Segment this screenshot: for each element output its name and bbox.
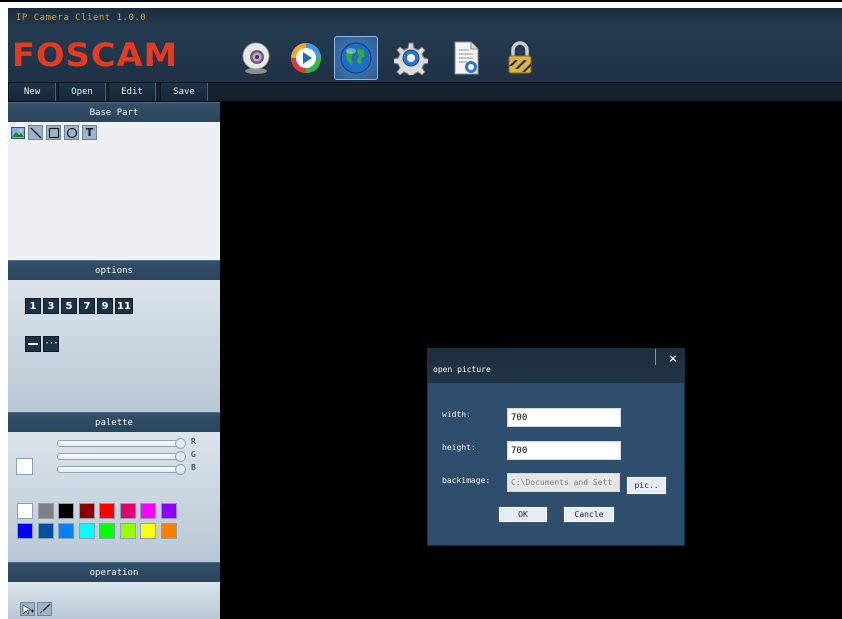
line-width-1[interactable]: 1 [25,298,41,314]
add-point-icon[interactable] [20,602,35,616]
dialog-title-separator [655,349,656,365]
green-slider-knob[interactable] [175,451,186,462]
color-swatch[interactable] [140,523,156,539]
top-border [0,0,842,2]
backimage-label: backimage: [442,476,491,485]
width-input[interactable]: 700 [507,408,621,427]
dotted-line-icon[interactable]: ··· [43,336,59,352]
color-swatch[interactable] [119,523,136,539]
close-icon[interactable]: × [666,351,680,365]
color-swatch[interactable] [58,503,74,519]
app-window: IP Camera Client 1.0.0 FOSCAM New Open E… [8,8,842,619]
color-swatch[interactable] [119,503,136,519]
color-swatch[interactable] [37,523,54,539]
solid-line-icon[interactable] [25,336,41,352]
line-tool-icon[interactable] [28,125,43,140]
document-icon[interactable] [444,36,488,80]
green-label: G [191,450,196,459]
color-swatch[interactable] [78,523,95,539]
color-swatch[interactable] [58,523,74,539]
red-slider-knob[interactable] [175,438,186,449]
cancel-button[interactable]: Cancle [563,506,615,523]
color-swatch[interactable] [160,503,177,519]
red-label: R [191,437,196,446]
line-width-9[interactable]: 9 [97,298,113,314]
options-header: options [8,260,220,280]
current-color-preview [16,458,33,475]
line-width-7[interactable]: 7 [79,298,95,314]
operation-panel [8,582,220,619]
text-tool-icon[interactable]: T [82,125,97,140]
red-slider[interactable] [57,438,186,449]
operation-header: operation [8,562,220,582]
backimage-input: C:\Documents and Sett [507,473,620,492]
menu-bar: New Open Edit Save [8,83,842,101]
menu-edit[interactable]: Edit [108,83,156,101]
gear-icon[interactable] [389,36,433,80]
base-part-header: Base Part [8,102,220,122]
blue-slider-knob[interactable] [175,464,186,475]
color-swatch[interactable] [99,503,115,519]
pic-browse-button[interactable]: pic.. [626,476,667,495]
line-width-11[interactable]: 11 [115,298,133,314]
open-picture-dialog: open picture × width: 700 height: 700 ba… [427,348,685,546]
camera-icon[interactable] [234,36,278,80]
rectangle-tool-icon[interactable] [46,125,61,140]
blue-label: B [191,463,196,472]
color-swatch[interactable] [78,503,95,519]
window-title: IP Camera Client 1.0.0 [16,13,147,23]
globe-icon[interactable] [334,36,378,80]
dialog-titlebar: open picture × [428,349,684,383]
base-part-panel: T [8,122,220,260]
header: IP Camera Client 1.0.0 FOSCAM [8,8,842,83]
palette-header: palette [8,412,220,432]
menu-new[interactable]: New [8,83,56,101]
dialog-title: open picture [433,365,491,374]
line-width-5[interactable]: 5 [61,298,77,314]
color-swatch[interactable] [37,503,54,519]
height-label: height: [442,443,476,452]
color-swatch[interactable] [17,523,33,539]
menu-open[interactable]: Open [58,83,106,101]
height-input[interactable]: 700 [507,441,621,460]
color-swatch[interactable] [17,503,33,519]
sidebar: Base Part T options palette operation [8,102,220,619]
image-tool-icon[interactable] [10,125,25,140]
menu-save[interactable]: Save [160,83,208,101]
playback-icon[interactable] [284,36,328,80]
brand-logo: FOSCAM [12,36,179,74]
blue-slider[interactable] [57,464,186,475]
ok-button[interactable]: OK [498,506,548,523]
line-width-3[interactable]: 3 [43,298,59,314]
lock-icon[interactable] [498,36,542,80]
circle-tool-icon[interactable] [64,125,79,140]
green-slider[interactable] [57,451,186,462]
width-label: width: [442,410,471,419]
color-swatch[interactable] [160,523,177,539]
palette-panel [8,432,220,562]
color-swatch[interactable] [140,503,156,519]
color-swatch[interactable] [99,523,115,539]
brush-icon[interactable] [37,602,52,616]
